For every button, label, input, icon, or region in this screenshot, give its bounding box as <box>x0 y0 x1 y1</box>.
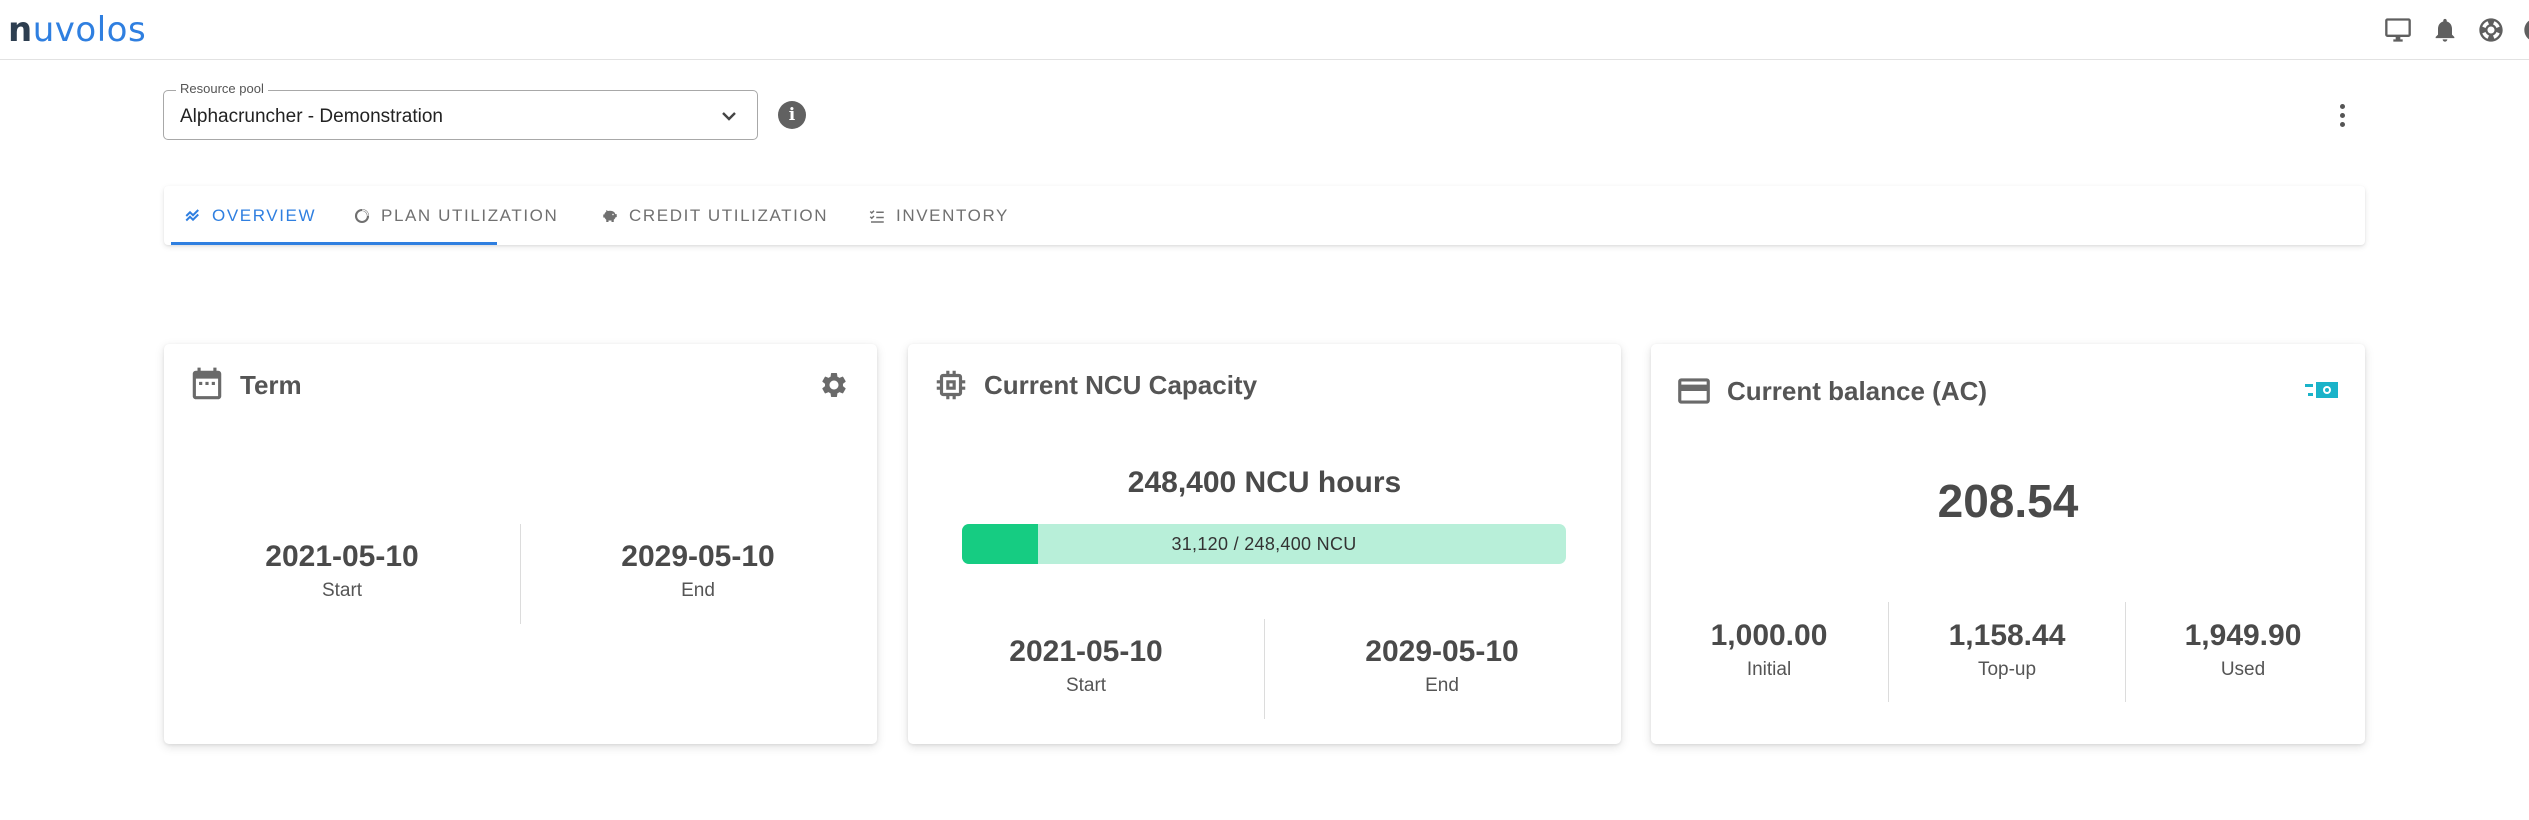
balance-amount: 208.54 <box>1937 475 2079 527</box>
donut-icon <box>354 208 370 223</box>
divider <box>1888 602 1889 702</box>
tab-inventory-label: INVENTORY <box>896 205 1009 225</box>
piggy-bank-icon <box>603 209 617 222</box>
logo-text: uvolos <box>32 10 147 50</box>
term-card-header: Term <box>188 366 302 404</box>
tab-credit-utilization[interactable]: CREDIT UTILIZATION <box>601 186 828 245</box>
ncu-total-hours: 248,400 NCU hours <box>1127 466 1402 499</box>
balance-initial-label: Initial <box>1746 659 1792 680</box>
term-title: Term <box>240 369 302 400</box>
ncu-end-label: End <box>1425 675 1459 696</box>
resource-pool-label: Resource pool <box>176 81 268 96</box>
balance-initial: 1,000.00 Initial <box>1671 619 1867 681</box>
ncu-capacity-card: Current NCU Capacity 248,400 NCU hours 3… <box>908 344 1621 744</box>
cpu-chip-icon <box>936 370 966 400</box>
divider <box>1264 619 1265 719</box>
tab-plan-utilization[interactable]: PLAN UTILIZATION <box>353 186 558 245</box>
term-end: 2029-05-10 End <box>598 540 798 602</box>
ncu-start-label: Start <box>1065 675 1107 696</box>
balance-card: Current balance (AC) 208.54 1,000.00 Ini… <box>1651 344 2365 744</box>
tab-plan-utilization-label: PLAN UTILIZATION <box>381 205 559 225</box>
bell-icon[interactable] <box>2429 14 2461 46</box>
gear-icon[interactable] <box>819 370 849 400</box>
lifebuoy-icon[interactable] <box>2475 14 2507 46</box>
ncu-start: 2021-05-10 Start <box>986 635 1186 697</box>
tab-bar: OVERVIEW PLAN UTILIZATION CREDIT UTILIZA… <box>164 186 2365 245</box>
term-start-label: Start <box>321 580 363 601</box>
balance-topup-label: Top-up <box>1977 659 2037 680</box>
tab-overview[interactable]: OVERVIEW <box>184 186 316 245</box>
chevron-down-icon <box>719 106 739 126</box>
top-app-bar: nuvolos <box>0 0 2529 60</box>
monitor-icon[interactable] <box>2382 14 2414 46</box>
balance-used-label: Used <box>2220 659 2266 680</box>
balance-topup-value: 1,158.44 <box>1948 619 2066 652</box>
term-start: 2021-05-10 Start <box>242 540 442 602</box>
ncu-progress-bar: 31,120 / 248,400 NCU <box>962 524 1566 564</box>
divider <box>2125 602 2126 702</box>
credit-card-icon <box>1678 378 1710 404</box>
checklist-icon <box>869 209 884 223</box>
balance-initial-value: 1,000.00 <box>1710 619 1828 652</box>
tab-inventory[interactable]: INVENTORY <box>868 186 1009 245</box>
more-vert-icon[interactable] <box>2332 100 2352 130</box>
ncu-start-value: 2021-05-10 <box>1009 635 1163 668</box>
chart-line-icon <box>185 208 199 221</box>
balance-title: Current balance (AC) <box>1727 375 1988 406</box>
calendar-icon <box>192 367 222 400</box>
balance-topup: 1,158.44 Top-up <box>1909 619 2105 681</box>
resource-pool-value: Alphacruncher - Demonstration <box>180 106 443 127</box>
cash-icon[interactable] <box>2303 378 2339 406</box>
term-card: Term 2021-05-10 Start 2029-05-10 End <box>164 344 877 744</box>
balance-used: 1,949.90 Used <box>2145 619 2341 681</box>
ncu-capacity-title: Current NCU Capacity <box>984 369 1258 400</box>
ncu-end: 2029-05-10 End <box>1342 635 1542 697</box>
nuvolos-logo[interactable]: nuvolos <box>8 8 146 52</box>
tab-overview-label: OVERVIEW <box>212 205 317 225</box>
account-circle-icon[interactable] <box>2520 14 2529 46</box>
ncu-end-value: 2029-05-10 <box>1365 635 1519 668</box>
ncu-capacity-header: Current NCU Capacity <box>932 366 1257 404</box>
balance-used-value: 1,949.90 <box>2184 619 2302 652</box>
logo-mark: n <box>8 10 33 50</box>
term-start-value: 2021-05-10 <box>265 540 419 573</box>
divider <box>520 524 521 624</box>
balance-card-header: Current balance (AC) <box>1675 372 1987 410</box>
active-tab-indicator <box>171 242 497 245</box>
term-end-value: 2029-05-10 <box>621 540 775 573</box>
term-end-label: End <box>681 580 715 601</box>
info-icon[interactable]: i <box>778 101 806 129</box>
ncu-progress-text: 31,120 / 248,400 NCU <box>1171 533 1357 554</box>
resource-pool-select[interactable]: Resource pool Alphacruncher - Demonstrat… <box>163 81 758 140</box>
tab-credit-utilization-label: CREDIT UTILIZATION <box>629 205 829 225</box>
